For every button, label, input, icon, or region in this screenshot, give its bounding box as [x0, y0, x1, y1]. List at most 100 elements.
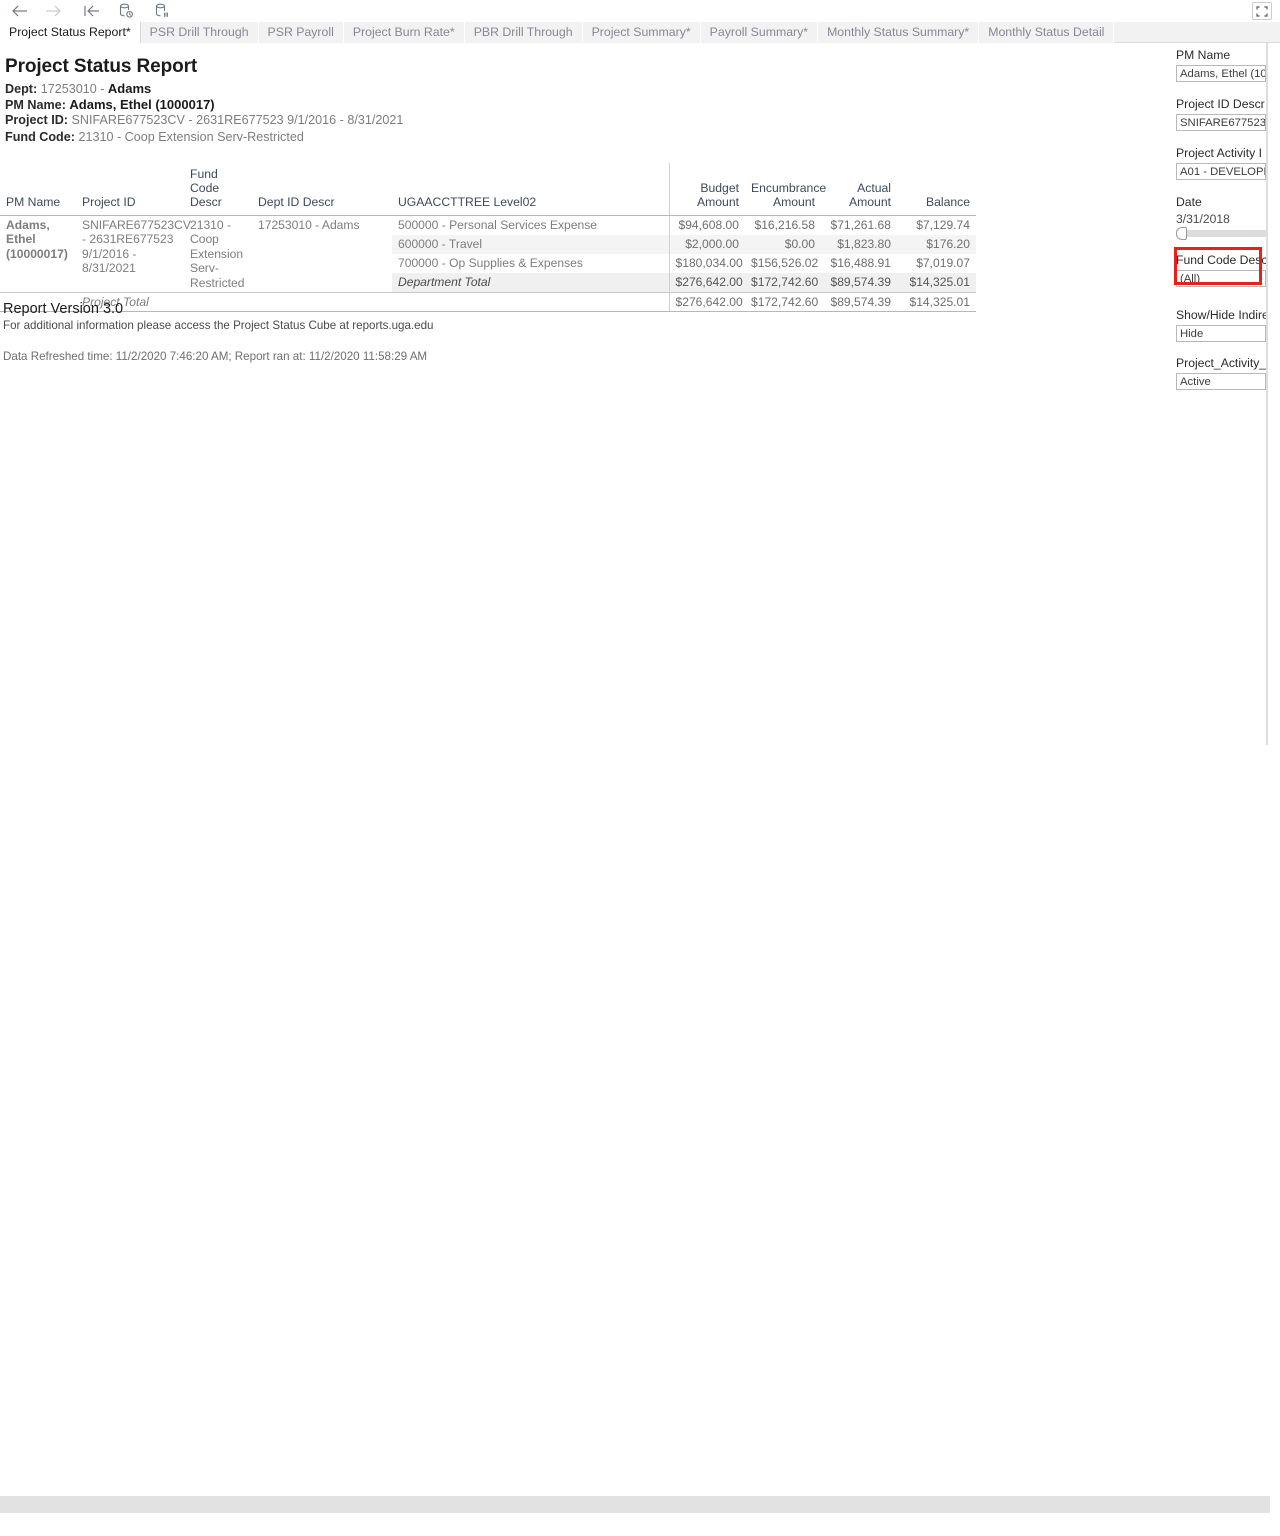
- tab-label: PSR Drill Through: [149, 25, 249, 40]
- tab-project-summary[interactable]: Project Summary*: [582, 22, 701, 43]
- filter-label: PM Name: [1176, 48, 1231, 62]
- date-slider[interactable]: [1176, 227, 1268, 240]
- cell-account: Department Total: [392, 272, 669, 293]
- cell-encumbrance: $172,742.60: [745, 272, 821, 293]
- filter-show-hide-indirect: Show/Hide Indire Hide: [1176, 308, 1268, 342]
- cell-actual: $71,261.68: [830, 218, 891, 232]
- cell-dept-id-descr: 17253010 - Adams: [258, 218, 360, 232]
- tab-project-burn-rate[interactable]: Project Burn Rate*: [343, 22, 465, 43]
- cell-encumbrance: $16,216.58: [754, 218, 815, 232]
- header-fund-code: Fund Code: 21310 - Coop Extension Serv-R…: [5, 130, 304, 144]
- cell-budget: $2,000.00: [668, 235, 745, 254]
- col-header-balance[interactable]: Balance: [897, 163, 976, 216]
- col-header-project-id[interactable]: Project ID: [76, 163, 184, 216]
- filter-label: Project Activity I: [1176, 146, 1263, 160]
- tab-label: Project Burn Rate*: [352, 25, 455, 40]
- table-row[interactable]: Adams, Ethel (10000017) SNIFARE677523CV …: [0, 215, 976, 290]
- filter-project-id-descr: Project ID Descr SNIFARE677523C: [1176, 97, 1268, 131]
- col-header-pm-name[interactable]: PM Name: [0, 163, 76, 216]
- cell-budget: $180,034.00: [668, 254, 745, 273]
- tab-strip-filler: [1114, 22, 1280, 42]
- filter-label: Fund Code Descr: [1176, 253, 1268, 267]
- filter-date: Date 3/31/2018: [1176, 195, 1268, 240]
- filter-pm-name: PM Name Adams, Ethel (100: [1176, 48, 1268, 82]
- back-arrow-icon[interactable]: [6, 0, 32, 22]
- tab-pbr-drill-through[interactable]: PBR Drill Through: [464, 22, 583, 43]
- tab-psr-drill-through[interactable]: PSR Drill Through: [140, 22, 259, 43]
- filter-project-activity-status: Project_Activity_ Active: [1176, 356, 1268, 390]
- data-refreshed-text: Data Refreshed time: 11/2/2020 7:46:20 A…: [3, 350, 428, 363]
- tab-monthly-status-detail[interactable]: Monthly Status Detail: [979, 22, 1115, 43]
- filter-date-value: 3/31/2018: [1176, 212, 1230, 226]
- report-table: PM Name Project ID Fund Code Descr Dept …: [0, 163, 976, 313]
- header-dept-name: Adams: [107, 81, 152, 96]
- col-header-fund-code-descr[interactable]: Fund Code Descr: [184, 163, 252, 216]
- report-version: Report Version 3.0: [3, 301, 124, 317]
- forward-arrow-icon[interactable]: [40, 0, 66, 22]
- filter-fund-code-descr-dropdown[interactable]: (All): [1176, 270, 1266, 287]
- tab-label: PBR Drill Through: [473, 25, 573, 40]
- tab-label: Payroll Summary*: [709, 25, 809, 40]
- cell-account: 600000 - Travel: [392, 235, 669, 254]
- tab-label: Project Status Report*: [9, 25, 131, 40]
- header-dept-label: Dept:: [5, 82, 38, 96]
- fullscreen-icon[interactable]: [1252, 2, 1272, 20]
- header-pm-value: Adams, Ethel (1000017): [69, 97, 215, 112]
- cell-actual: $16,488.91: [830, 256, 891, 270]
- cell-actual: $89,574.39: [821, 272, 897, 293]
- col-header-actual-amount[interactable]: Actual Amount: [821, 163, 897, 216]
- cell-balance: $7,019.07: [916, 256, 970, 270]
- toolbar: [0, 0, 1280, 22]
- header-fund-label: Fund Code:: [5, 130, 75, 144]
- tab-monthly-status-summary[interactable]: Monthly Status Summary*: [818, 22, 980, 43]
- cell-balance: $14,325.01: [897, 272, 976, 293]
- cell-account: 700000 - Op Supplies & Expenses: [398, 256, 583, 270]
- report-footer: Report Version 3.0 For additional inform…: [3, 301, 434, 363]
- report-table-container: PM Name Project ID Fund Code Descr Dept …: [0, 163, 980, 313]
- header-pm-label: PM Name:: [5, 98, 66, 112]
- horizontal-scrollbar-track[interactable]: [0, 1496, 1270, 1513]
- cell-encumbrance: $156,526.02: [751, 256, 819, 270]
- filter-label: Project ID Descr: [1176, 97, 1265, 111]
- col-header-dept-id-descr[interactable]: Dept ID Descr: [252, 163, 392, 216]
- vertical-divider: [1266, 43, 1268, 745]
- cell-encumbrance: $0.00: [745, 235, 821, 254]
- filter-project-activity-dropdown[interactable]: A01 - DEVELOPME: [1176, 163, 1266, 180]
- tab-label: Monthly Status Detail: [988, 25, 1105, 40]
- tab-label: Monthly Status Summary*: [827, 25, 970, 40]
- table-body: Adams, Ethel (10000017) SNIFARE677523CV …: [0, 215, 976, 313]
- filter-pm-name-dropdown[interactable]: Adams, Ethel (100: [1176, 65, 1266, 82]
- col-header-budget-amount[interactable]: Budget Amount: [668, 163, 745, 216]
- report-info-text: For additional information please access…: [3, 319, 434, 332]
- cell-account: 500000 - Personal Services Expense: [398, 218, 597, 232]
- filter-show-hide-indirect-dropdown[interactable]: Hide: [1176, 325, 1266, 342]
- filter-fund-code-descr: Fund Code Descr (All): [1176, 253, 1268, 287]
- pause-auto-updates-icon[interactable]: [149, 0, 175, 22]
- tab-psr-payroll[interactable]: PSR Payroll: [258, 22, 344, 43]
- filter-label: Project_Activity_: [1176, 356, 1267, 370]
- filter-project-activity-status-dropdown[interactable]: Active: [1176, 373, 1266, 390]
- col-header-encumbrance-amount[interactable]: Encumbrance Amount: [745, 163, 826, 216]
- filter-label: Show/Hide Indire: [1176, 308, 1268, 322]
- table-header: PM Name Project ID Fund Code Descr Dept …: [0, 163, 976, 216]
- header-project-id: Project ID: SNIFARE677523CV - 2631RE6775…: [5, 113, 403, 127]
- worksheet-tab-strip: Project Status Report* PSR Drill Through…: [0, 22, 1280, 43]
- filter-panel: PM Name Adams, Ethel (100 Project ID Des…: [1170, 43, 1268, 745]
- refresh-data-source-icon[interactable]: [113, 0, 139, 22]
- cell-balance: $176.20: [897, 235, 976, 254]
- horizontal-scrollbar-zone: [0, 745, 1280, 1513]
- filter-project-id-descr-dropdown[interactable]: SNIFARE677523C: [1176, 114, 1266, 131]
- header-pm-name: PM Name: Adams, Ethel (1000017): [5, 97, 215, 112]
- cell-fund-code-descr: 21310 - Coop Extension Serv-Restricted: [190, 218, 245, 290]
- tab-payroll-summary[interactable]: Payroll Summary*: [700, 22, 819, 43]
- cell-budget: $94,608.00: [668, 215, 745, 236]
- revert-icon[interactable]: [78, 0, 104, 22]
- date-slider-handle[interactable]: [1176, 227, 1187, 240]
- cell-project-id: SNIFARE677523CV - 2631RE677523 9/1/2016 …: [82, 218, 191, 276]
- header-projid-label: Project ID:: [5, 113, 68, 127]
- cell-encumbrance: $172,742.60: [745, 292, 821, 313]
- header-projid-value: SNIFARE677523CV - 2631RE677523 9/1/2016 …: [71, 113, 404, 127]
- header-dept: Dept: 17253010 - Adams: [5, 81, 151, 96]
- tab-project-status-report[interactable]: Project Status Report*: [0, 22, 141, 43]
- col-header-ugaaccttree[interactable]: UGAACCTTREE Level02: [392, 163, 669, 216]
